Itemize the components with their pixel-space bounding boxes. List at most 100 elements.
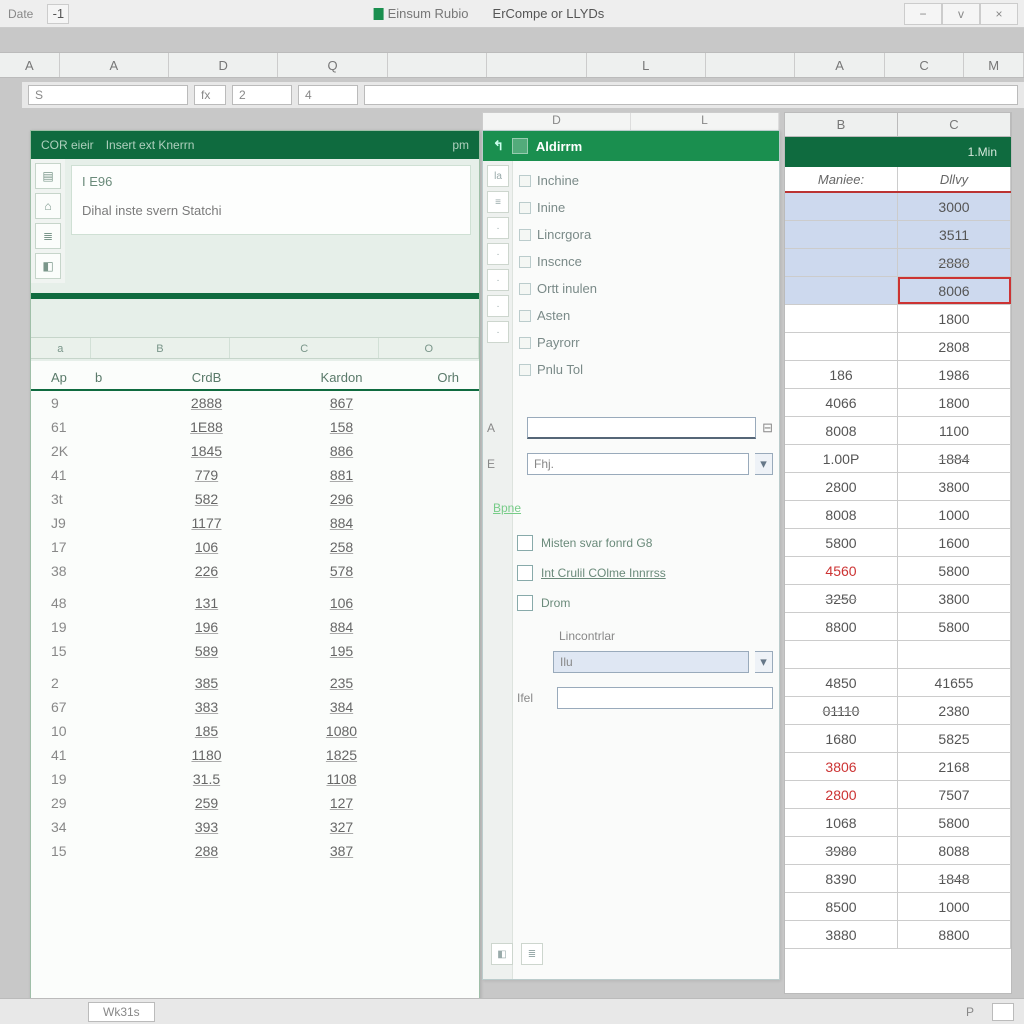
col-header-M[interactable]: M	[964, 53, 1024, 77]
mid-list-item[interactable]: Inine	[517, 194, 773, 221]
close-button[interactable]: ×	[980, 3, 1018, 25]
table-row[interactable]: 48131106	[31, 591, 479, 615]
grid-row[interactable]: 32503800	[785, 585, 1011, 613]
left-mini-col-C[interactable]: C	[230, 338, 379, 358]
col-header-A[interactable]: A	[60, 53, 169, 77]
grid-row[interactable]: 011102380	[785, 697, 1011, 725]
maximize-button[interactable]: v	[942, 3, 980, 25]
col-header-D[interactable]: D	[169, 53, 278, 77]
table-row[interactable]: 67383384	[31, 695, 479, 719]
sidebar-icon-3[interactable]: ≣	[35, 223, 61, 249]
checkbox-icon[interactable]	[517, 535, 533, 551]
grid-row[interactable]: 85001000	[785, 893, 1011, 921]
grid-row[interactable]: 83901848	[785, 865, 1011, 893]
table-row[interactable]: J91177884	[31, 511, 479, 535]
grid-row[interactable]: 2808	[785, 333, 1011, 361]
table-row[interactable]: 4111801825	[31, 743, 479, 767]
table-row[interactable]: 3t582296	[31, 487, 479, 511]
sidebar-icon-2[interactable]: ⌂	[35, 193, 61, 219]
col-header-C[interactable]: C	[885, 53, 965, 77]
grid-row[interactable]: 10685800	[785, 809, 1011, 837]
mid-bottom-icon-1[interactable]: ◧	[491, 943, 513, 965]
left-mini-col-O[interactable]: O	[379, 338, 479, 358]
mid-option-1[interactable]: Misten svar fonrd G8	[517, 535, 773, 551]
left-mini-col-a[interactable]: a	[31, 338, 91, 358]
table-row[interactable]: 19196884	[31, 615, 479, 639]
grid-row[interactable]: 38062168	[785, 753, 1011, 781]
mid-list-item[interactable]: Asten	[517, 302, 773, 329]
mid-col-D[interactable]: D	[483, 113, 631, 130]
left-mini-col-B[interactable]: B	[91, 338, 230, 358]
col-header-Q[interactable]: Q	[278, 53, 387, 77]
mid-ico-4[interactable]: ·	[487, 243, 509, 265]
mid-list-item[interactable]: Lincrgora	[517, 221, 773, 248]
table-row[interactable]: 38226578	[31, 559, 479, 583]
mid-list-item[interactable]: Payrorr	[517, 329, 773, 356]
grid-row[interactable]: 80081100	[785, 417, 1011, 445]
mid-col-L[interactable]: L	[631, 113, 779, 130]
grid-row[interactable]: 3000	[785, 193, 1011, 221]
col-header-A[interactable]: A	[0, 53, 60, 77]
grid-row[interactable]: 45605800	[785, 557, 1011, 585]
table-row[interactable]: 41779881	[31, 463, 479, 487]
grid-row[interactable]	[785, 641, 1011, 669]
mid-list-item[interactable]: Ortt inulen	[517, 275, 773, 302]
mid-list-item[interactable]: Inchine	[517, 167, 773, 194]
grid-row[interactable]: 16805825	[785, 725, 1011, 753]
col-header-L[interactable]: L	[587, 53, 706, 77]
grid-row[interactable]: 1861986	[785, 361, 1011, 389]
mid-ico-5[interactable]: ·	[487, 269, 509, 291]
table-row[interactable]: 2K1845886	[31, 439, 479, 463]
grid-row[interactable]: 8006	[785, 277, 1011, 305]
table-row[interactable]: 92888867	[31, 391, 479, 415]
mid-list-item[interactable]: Pnlu Tol	[517, 356, 773, 383]
table-row[interactable]	[31, 583, 479, 591]
left-tab-3[interactable]: pm	[452, 138, 469, 152]
mid-option-2[interactable]: Int Crulil COlme Innrrss	[517, 565, 773, 581]
field-A-collapse-icon[interactable]: ⊟	[762, 420, 773, 436]
sidebar-icon-1[interactable]: ▤	[35, 163, 61, 189]
grid-row[interactable]: 2880	[785, 249, 1011, 277]
left-tab-1[interactable]: COR eieir	[41, 138, 94, 152]
table-row[interactable]: 34393327	[31, 815, 479, 839]
table-row[interactable]: 1931.51108	[31, 767, 479, 791]
right-col-B[interactable]: B	[785, 113, 898, 136]
table-row[interactable]: 15589195	[31, 639, 479, 663]
mid-option-3[interactable]: Drom	[517, 595, 773, 611]
table-row[interactable]: 29259127	[31, 791, 479, 815]
grid-row[interactable]: 28003800	[785, 473, 1011, 501]
col-header-A[interactable]: A	[795, 53, 884, 77]
dropdown-arrow-icon[interactable]: ▾	[755, 651, 773, 673]
formula-input[interactable]	[364, 85, 1018, 105]
fx-slot-3[interactable]: 4	[298, 85, 358, 105]
mid-ico-2[interactable]: ≡	[487, 191, 509, 213]
table-row[interactable]: 2385235	[31, 671, 479, 695]
col-header-blank[interactable]	[388, 53, 487, 77]
mid-list-item[interactable]: Inscnce	[517, 248, 773, 275]
fx-slot-1[interactable]: fx	[194, 85, 226, 105]
table-row[interactable]: 17106258	[31, 535, 479, 559]
minimize-button[interactable]: −	[904, 3, 942, 25]
grid-row[interactable]: 88005800	[785, 613, 1011, 641]
grid-row[interactable]: 39808088	[785, 837, 1011, 865]
status-box[interactable]	[992, 1003, 1014, 1021]
sheet-tab[interactable]: Wk31s	[88, 1002, 155, 1022]
grid-row[interactable]: 58001600	[785, 529, 1011, 557]
table-row[interactable]: 15288387	[31, 839, 479, 863]
grid-row[interactable]: 3511	[785, 221, 1011, 249]
title-tiny-btn[interactable]: -1	[47, 4, 69, 24]
fx-slot-2[interactable]: 2	[232, 85, 292, 105]
table-row[interactable]	[31, 663, 479, 671]
table-row[interactable]: 611E88158	[31, 415, 479, 439]
checkbox-icon[interactable]	[517, 595, 533, 611]
field-A-input[interactable]	[527, 417, 756, 439]
mid-ico-6[interactable]: ·	[487, 295, 509, 317]
grid-row[interactable]: 1.00P1884	[785, 445, 1011, 473]
mid-bottom-icon-2[interactable]: ≣	[521, 943, 543, 965]
mid-sub-dropdown[interactable]: Ilu	[553, 651, 749, 673]
name-box[interactable]: S	[28, 85, 188, 105]
checkbox-icon[interactable]	[517, 565, 533, 581]
right-col-C[interactable]: C	[898, 113, 1011, 136]
sidebar-icon-4[interactable]: ◧	[35, 253, 61, 279]
grid-row[interactable]: 40661800	[785, 389, 1011, 417]
